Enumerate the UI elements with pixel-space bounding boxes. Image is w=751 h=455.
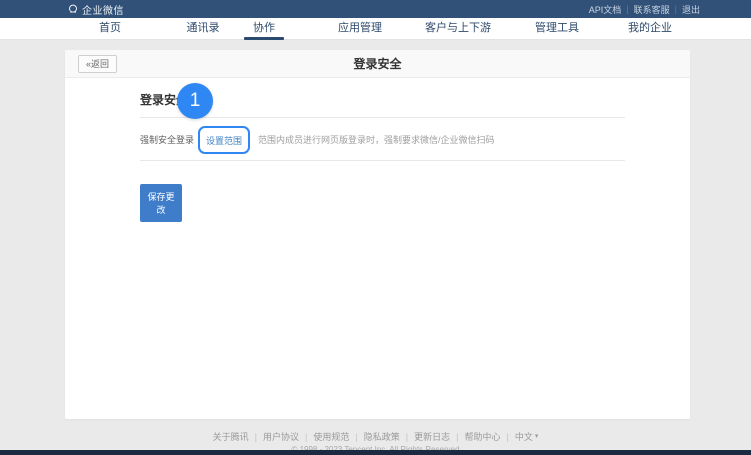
- footer-separator: |: [355, 431, 357, 443]
- nav-tab-1[interactable]: 首页: [99, 18, 121, 40]
- nav-tab-5[interactable]: 客户与上下游: [425, 18, 491, 40]
- panel-title: 登录安全: [65, 50, 690, 78]
- footer-link[interactable]: 更新日志: [414, 431, 450, 443]
- forced-secure-login-row: 强制安全登录 设置范围 范围内成员进行网页版登录时，强制要求微信/企业微信扫码: [140, 126, 625, 153]
- nav-tab-4[interactable]: 应用管理: [338, 18, 382, 40]
- nav-tab-6[interactable]: 管理工具: [535, 18, 579, 40]
- primary-nav: 首页 通讯录 协作 应用管理 客户与上下游 管理工具 我的企业: [0, 18, 751, 40]
- nav-tab-3[interactable]: 协作: [253, 18, 275, 40]
- panel-content: 登录安全 强制安全登录 设置范围 范围内成员进行网页版登录时，强制要求微信/企业…: [65, 91, 690, 222]
- footer-link[interactable]: 关于腾讯: [213, 431, 249, 443]
- footer-separator: |: [506, 431, 508, 443]
- divider: [140, 117, 625, 118]
- nav-tab-7[interactable]: 我的企业: [628, 18, 672, 40]
- setting-label: 强制安全登录: [140, 133, 198, 146]
- footer-link[interactable]: 用户协议: [263, 431, 299, 443]
- annotation-step-1-marker: 1: [177, 83, 213, 119]
- nav-tab-2[interactable]: 通讯录: [187, 18, 220, 40]
- topbar-link[interactable]: API文档: [589, 3, 622, 16]
- footer-link[interactable]: 隐私政策: [364, 431, 400, 443]
- setting-description: 范围内成员进行网页版登录时，强制要求微信/企业微信扫码: [258, 133, 495, 146]
- footer-link[interactable]: 使用规范: [313, 431, 349, 443]
- login-security-panel: «返回 登录安全 登录安全 强制安全登录 设置范围 范围内成员进行网页版登录时，…: [65, 50, 690, 419]
- panel-header: «返回 登录安全: [65, 50, 690, 78]
- language-selector[interactable]: 中文▾: [515, 431, 539, 443]
- footer-separator: |: [406, 431, 408, 443]
- language-caret-icon: ▾: [535, 431, 539, 443]
- footer-separator: |: [305, 431, 307, 443]
- topbar-separator: |: [626, 4, 628, 14]
- footer-separator: |: [456, 431, 458, 443]
- annotation-highlight-box: 设置范围: [198, 126, 250, 154]
- footer-links: 关于腾讯 | 用户协议 | 使用规范 | 隐私政策 | 更新日志 | 帮助中心 | 中文▾: [0, 431, 751, 443]
- bottom-window-bar: [0, 450, 751, 455]
- topbar-links: API文档 | 联系客服 | 退出: [589, 3, 700, 16]
- topbar-separator: |: [675, 4, 677, 14]
- set-scope-link[interactable]: 设置范围: [206, 136, 242, 146]
- chat-bubble-logo-icon: [68, 4, 78, 14]
- logo-text: 企业微信: [82, 2, 124, 17]
- topbar-link[interactable]: 退出: [682, 3, 700, 16]
- topbar: 企业微信 API文档 | 联系客服 | 退出: [0, 0, 751, 18]
- footer-link[interactable]: 帮助中心: [464, 431, 500, 443]
- divider: [140, 160, 625, 161]
- wechat-work-logo: 企业微信: [68, 2, 124, 17]
- topbar-link[interactable]: 联系客服: [634, 3, 670, 16]
- footer-separator: |: [255, 431, 257, 443]
- save-changes-button[interactable]: 保存更改: [140, 184, 182, 222]
